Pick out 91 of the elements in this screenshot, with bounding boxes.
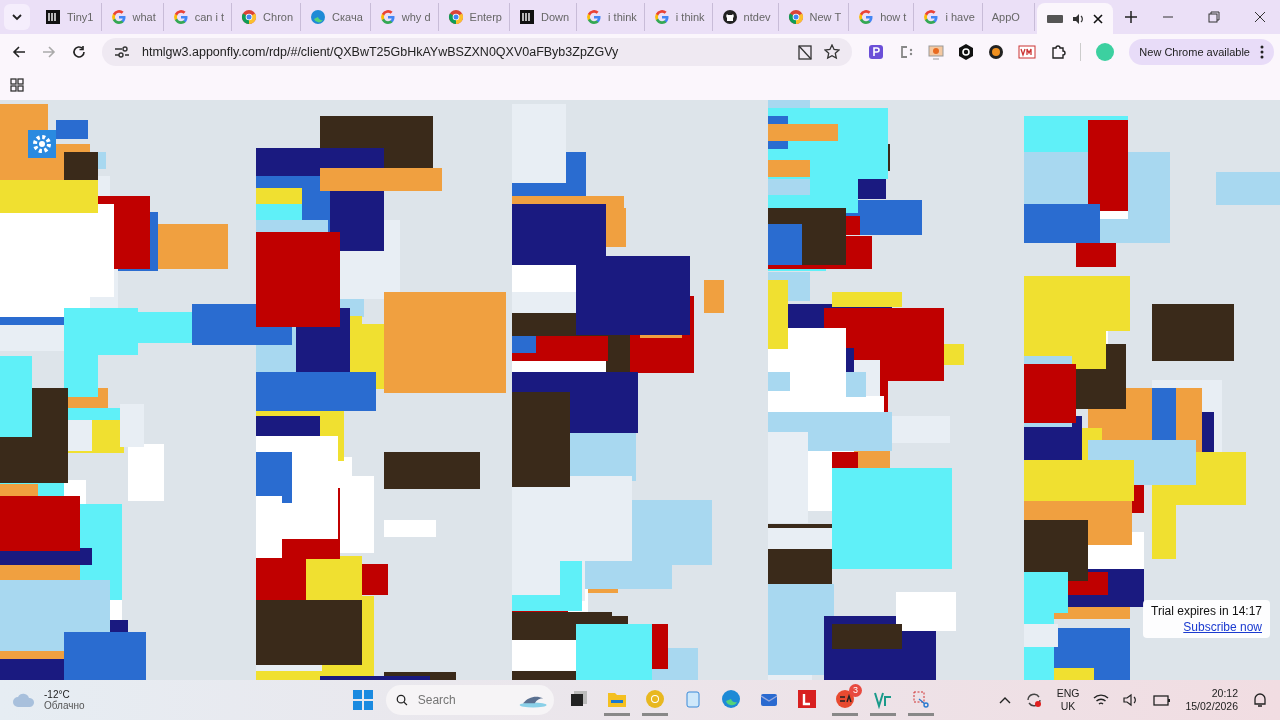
address-bar[interactable]: htmlgw3.apponfly.com/rdp/#/client/QXBwT25GbHkAYwBSZXN0QXV0aFByb3ZpZGVy	[102, 38, 853, 66]
browser-tab[interactable]: New T	[780, 3, 850, 31]
browser-tab[interactable]: i think	[646, 3, 713, 31]
tab-title: can i t	[194, 11, 225, 23]
weather-text: Облачно	[44, 700, 85, 711]
recording-icon	[1046, 14, 1063, 24]
browser-tab[interactable]: Tiny1	[38, 3, 102, 31]
search-bar[interactable]: Search	[386, 685, 554, 715]
cloud-icon	[12, 692, 36, 708]
browser-tab[interactable]	[1036, 3, 1113, 35]
google-icon	[379, 9, 396, 25]
chrome-icon	[447, 9, 464, 25]
tab-search-button[interactable]	[4, 4, 30, 30]
new-tab-icon[interactable]	[1124, 11, 1137, 23]
tab-title: i think	[608, 11, 637, 23]
puzzle-icon[interactable]	[1050, 44, 1067, 60]
start-icon[interactable]	[352, 689, 374, 711]
google-icon	[172, 9, 189, 25]
browser-tab[interactable]: how t	[851, 3, 915, 31]
site-icon	[519, 9, 535, 25]
letter-l-icon	[797, 688, 817, 709]
clipboard-icon[interactable]	[798, 44, 813, 60]
reload-icon[interactable]	[72, 45, 86, 59]
chevron-down-icon	[11, 11, 23, 23]
snipping-icon	[911, 688, 931, 709]
apps-grid-icon[interactable]	[10, 78, 24, 92]
clock[interactable]: 20:12 15/02/2026	[1185, 687, 1238, 713]
more-icon[interactable]	[1260, 45, 1264, 59]
search-input[interactable]: Search	[415, 692, 510, 708]
chrome-icon	[645, 688, 665, 709]
battery-icon[interactable]	[1153, 693, 1172, 707]
speaker-icon	[1070, 12, 1085, 26]
browser-tab[interactable]: AppO	[984, 3, 1035, 31]
update-button[interactable]: New Chrome available	[1129, 39, 1274, 65]
site-settings-icon[interactable]	[114, 45, 130, 59]
chevron-up-icon[interactable]	[998, 696, 1011, 704]
close-icon[interactable]	[1092, 14, 1103, 24]
browser-tab[interactable]: can i t	[165, 3, 233, 31]
tab-title: Скача	[332, 11, 363, 23]
star-icon[interactable]	[824, 44, 841, 60]
tab-title: i think	[675, 11, 705, 23]
cat-silhouette-icon	[721, 9, 738, 25]
google-icon	[923, 9, 940, 25]
restore-icon[interactable]	[1208, 11, 1220, 23]
google-icon	[110, 9, 127, 25]
chrome-icon	[787, 9, 804, 25]
google-icon	[586, 9, 603, 25]
tablet-icon	[683, 688, 703, 709]
browser-tab[interactable]: ntdev	[714, 3, 779, 31]
search-icon	[396, 693, 408, 707]
edge-icon	[721, 688, 741, 709]
game-launcher-icon	[835, 688, 855, 709]
chrome-icon	[241, 9, 258, 25]
site-icon	[45, 9, 61, 25]
browser-tab[interactable]: i think	[579, 3, 645, 31]
extension-icon[interactable]	[958, 44, 975, 60]
subscribe-link[interactable]: Subscribe now	[1183, 620, 1262, 634]
settings-icon[interactable]	[28, 130, 56, 158]
notification-badge: 3	[849, 684, 862, 697]
back-icon[interactable]	[12, 45, 26, 59]
tab-title: Tiny1	[67, 11, 94, 23]
tab-title: ntdev	[743, 11, 771, 23]
browser-tab[interactable]: what	[103, 3, 164, 31]
tab-title: AppO	[991, 11, 1020, 23]
tab-title: New T	[809, 11, 842, 23]
tab-title: i have	[945, 11, 975, 23]
google-icon	[653, 9, 670, 25]
tab-title: Down	[541, 11, 570, 23]
browser-tab[interactable]: Скача	[303, 3, 371, 31]
taskbar-app[interactable]: 3	[832, 684, 858, 716]
browser-tab[interactable]: Down	[512, 3, 578, 31]
browser-tab[interactable]: i have	[916, 3, 983, 31]
extension-icon[interactable]	[988, 44, 1005, 60]
browser-tab[interactable]: why d	[372, 3, 439, 31]
tab-title: how t	[880, 11, 907, 23]
close-icon[interactable]	[1254, 11, 1266, 23]
google-icon	[858, 9, 875, 25]
bell-icon[interactable]	[1252, 692, 1268, 708]
browser-tab[interactable]: Chron	[234, 3, 302, 31]
temperature-text: -12°C	[44, 689, 71, 700]
tab-title: Enterp	[469, 11, 502, 23]
edge-icon	[310, 9, 327, 25]
wifi-icon[interactable]	[1093, 693, 1110, 707]
tab-title: what	[132, 11, 156, 23]
browser-tab[interactable]: Enterp	[440, 3, 510, 31]
language-indicator[interactable]: ENG UK	[1056, 687, 1080, 713]
sync-icon[interactable]	[1024, 691, 1043, 709]
trial-expiry-text: Trial expires in 14:17	[1151, 604, 1262, 618]
tab-title: Chron	[263, 11, 294, 23]
tab-title: why d	[401, 11, 431, 23]
task-view-icon	[569, 688, 589, 709]
